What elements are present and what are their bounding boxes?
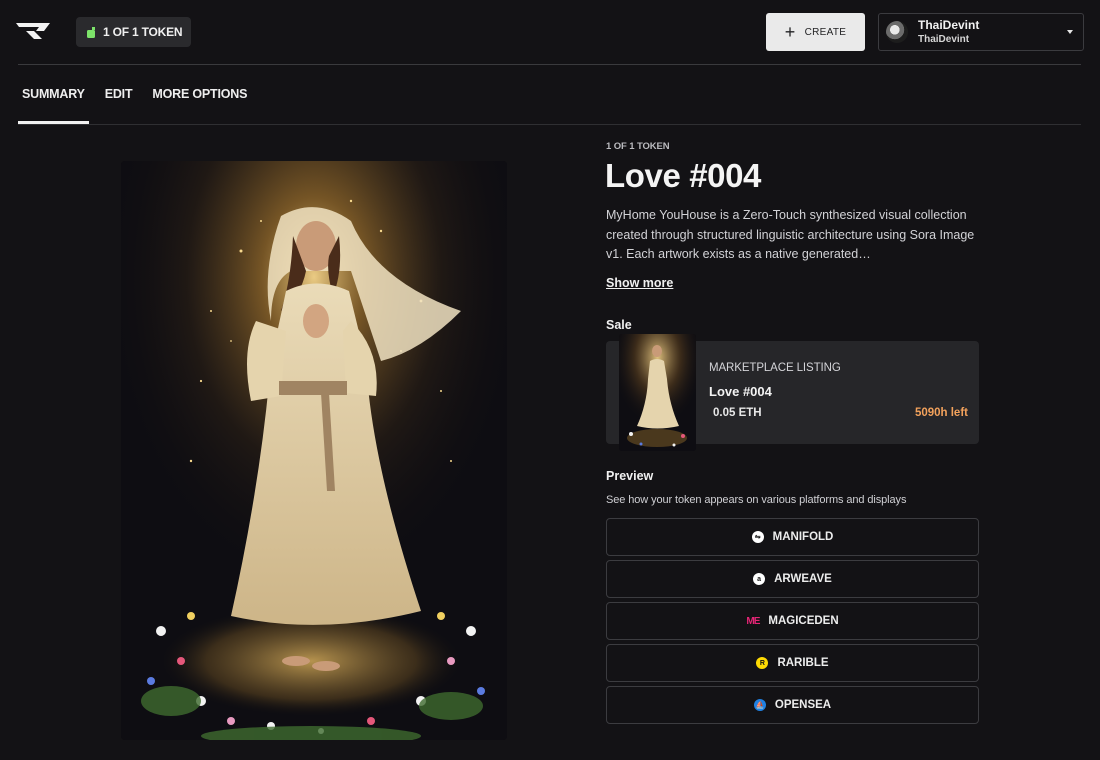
- preview-subtitle: See how your token appears on various pl…: [606, 494, 907, 506]
- preview-arweave-button[interactable]: a ARWEAVE: [606, 560, 979, 598]
- platform-label: RARIBLE: [777, 657, 829, 669]
- platform-label: OPENSEA: [774, 699, 832, 711]
- preview-magiceden-button[interactable]: ME MAGICEDEN: [606, 602, 979, 640]
- listing-title: Love #004: [709, 384, 772, 399]
- sale-section-label: Sale: [606, 318, 632, 332]
- listing-thumbnail-image: [619, 334, 696, 451]
- listing-thumbnail: [619, 334, 696, 451]
- magiceden-icon: ME: [746, 615, 760, 627]
- platform-label: ARWEAVE: [774, 573, 832, 585]
- token-type-label-secondary: 1 OF 1 TOKEN: [606, 141, 670, 152]
- token-type-badge: 1 OF 1 TOKEN: [76, 17, 192, 47]
- chevron-down-icon: [1067, 30, 1073, 34]
- rarible-icon: R: [756, 657, 769, 669]
- plus-icon: +: [784, 22, 796, 42]
- arweave-icon: a: [753, 573, 766, 585]
- create-label: CREATE: [804, 26, 847, 38]
- tab-bar: SUMMARY EDIT MORE OPTIONS: [18, 84, 251, 124]
- top-bar: 1 OF 1 TOKEN + CREATE ThaiDevint ThaiDev…: [0, 0, 1100, 64]
- listing-type-label: MARKETPLACE LISTING: [709, 362, 841, 374]
- preview-manifold-button[interactable]: ⇋ MANIFOLD: [606, 518, 979, 556]
- preview-section-label: Preview: [606, 469, 654, 483]
- user-name: ThaiDevint: [918, 18, 980, 32]
- show-more-link[interactable]: Show more: [606, 276, 673, 290]
- preview-rarible-button[interactable]: R RARIBLE: [606, 644, 979, 682]
- opensea-icon: ⛵: [753, 699, 766, 711]
- token-description: MyHome YouHouse is a Zero-Touch synthesi…: [606, 208, 975, 261]
- manifold-logo-icon[interactable]: [14, 20, 56, 42]
- user-menu-button[interactable]: ThaiDevint ThaiDevint: [878, 13, 1084, 51]
- token-title: Love #004: [605, 157, 762, 194]
- create-button[interactable]: + CREATE: [766, 13, 865, 51]
- header-divider: [18, 64, 1081, 65]
- tabs-divider: [18, 124, 1081, 125]
- artwork-image: [121, 161, 507, 740]
- user-handle: ThaiDevint: [918, 34, 970, 45]
- tab-more-options[interactable]: MORE OPTIONS: [148, 84, 251, 124]
- listing-time-left: 5090h left: [914, 407, 968, 419]
- listing-price: 0.05 ETH: [713, 407, 762, 419]
- token-icon: [87, 26, 95, 38]
- preview-opensea-button[interactable]: ⛵ OPENSEA: [606, 686, 979, 724]
- token-type-label: 1 OF 1 TOKEN: [103, 25, 183, 39]
- manifold-icon: ⇋: [751, 531, 764, 543]
- token-artwork[interactable]: [121, 161, 507, 740]
- tab-edit[interactable]: EDIT: [101, 84, 137, 124]
- platform-label: MANIFOLD: [772, 531, 834, 543]
- avatar: [886, 21, 908, 43]
- tab-summary[interactable]: SUMMARY: [18, 84, 89, 124]
- platform-label: MAGICEDEN: [768, 615, 839, 627]
